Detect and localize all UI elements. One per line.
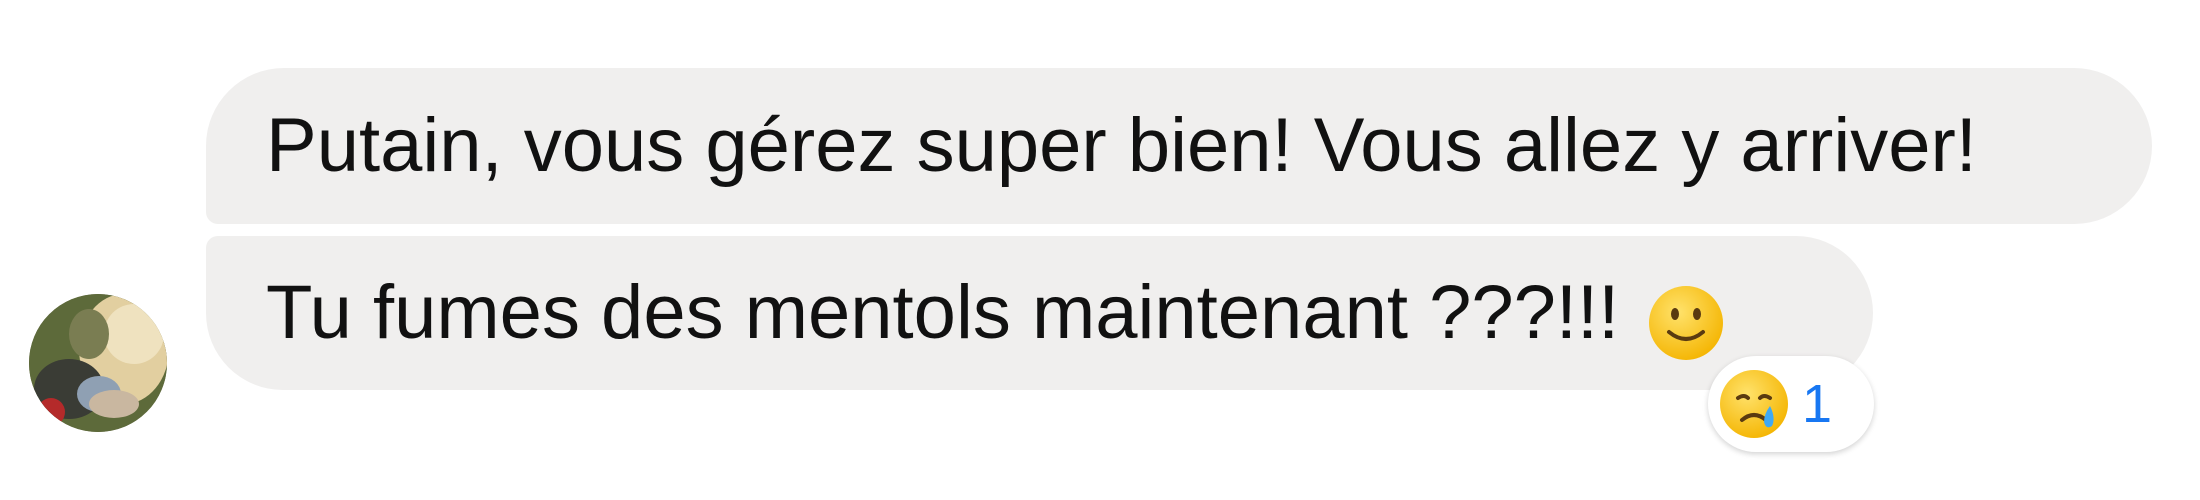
message-bubble[interactable]: Putain, vous gérez super bien! Vous alle…: [206, 68, 2152, 224]
avatar[interactable]: [29, 294, 167, 432]
message-text: Tu fumes des mentols maintenant ???!!!: [266, 270, 1620, 355]
crying-face-icon: [1718, 368, 1790, 440]
message-text: Putain, vous gérez super bien! Vous alle…: [266, 103, 1977, 188]
slightly-smiling-face-icon: [1647, 284, 1725, 362]
message-bubble[interactable]: Tu fumes des mentols maintenant ???!!!: [206, 236, 1873, 390]
message-thread: Putain, vous gérez super bien! Vous alle…: [0, 0, 2200, 500]
reaction-badge[interactable]: 1: [1708, 356, 1874, 452]
reaction-count: 1: [1802, 374, 1833, 434]
